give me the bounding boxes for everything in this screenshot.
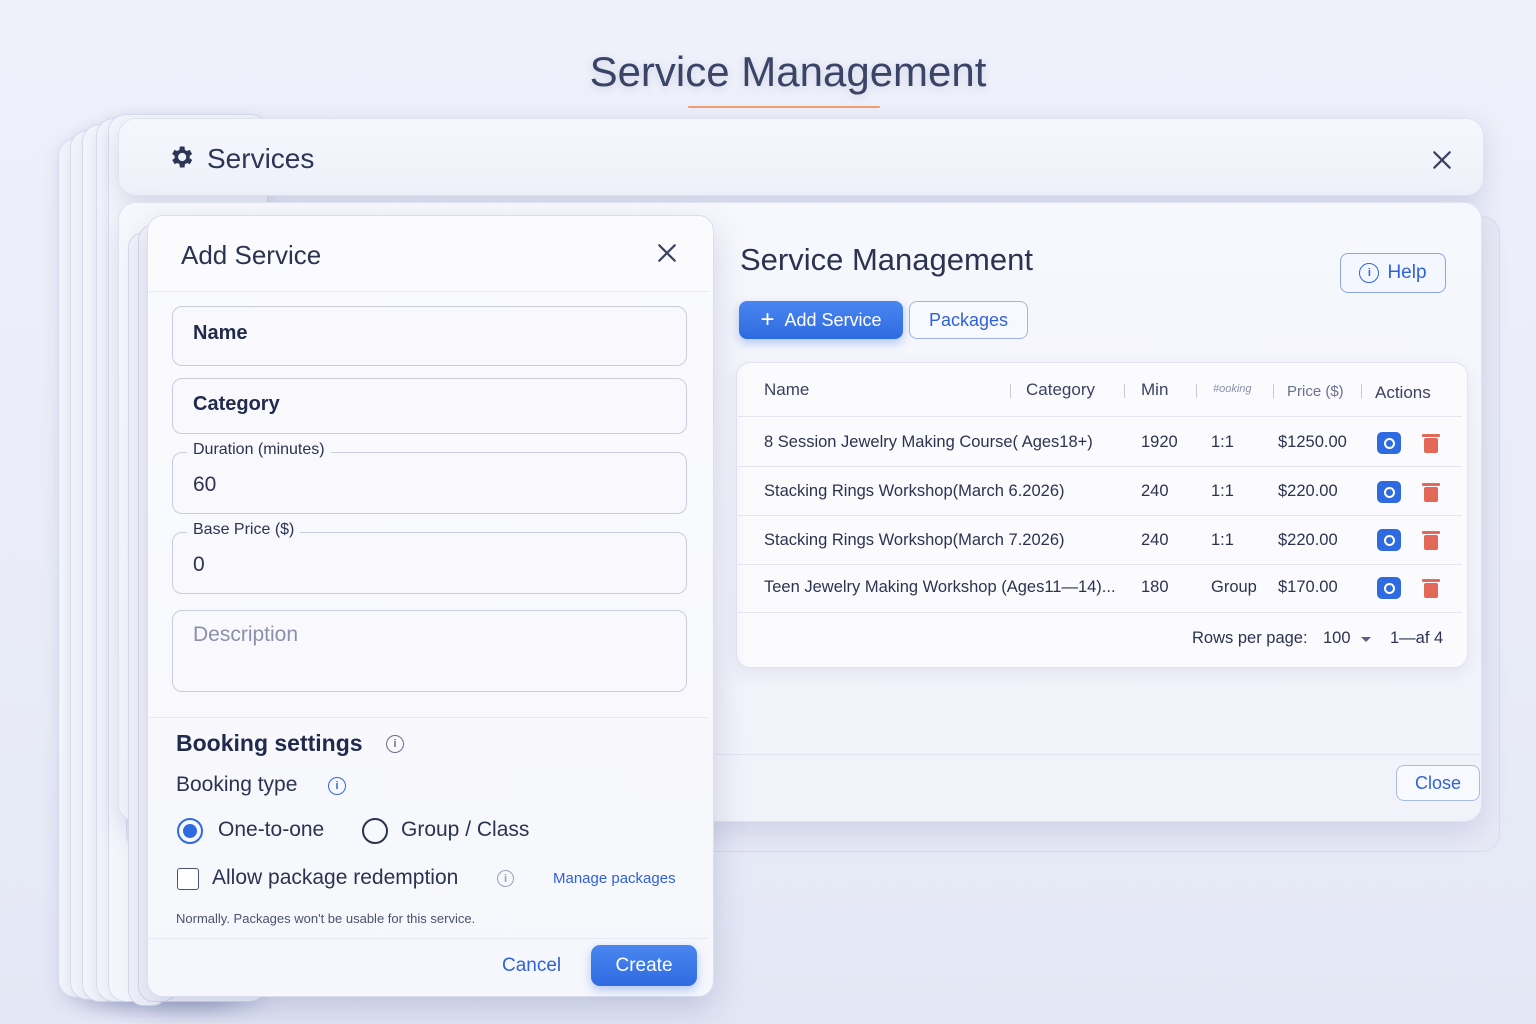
edit-icon[interactable] bbox=[1377, 529, 1401, 551]
cell-booking: Group bbox=[1211, 578, 1257, 596]
allow-package-label[interactable]: Allow package redemption bbox=[212, 866, 458, 890]
cell-name[interactable]: Teen Jewelry Making Workshop (Ages11—14)… bbox=[764, 578, 1116, 597]
cell-price: $170.00 bbox=[1278, 578, 1338, 596]
create-button[interactable]: Create bbox=[591, 945, 697, 986]
cell-price: $220.00 bbox=[1278, 531, 1338, 549]
gear-icon bbox=[172, 146, 193, 168]
duration-field[interactable]: Duration (minutes) 60 bbox=[172, 441, 687, 514]
edit-icon[interactable] bbox=[1377, 432, 1401, 454]
description-placeholder: Description bbox=[193, 623, 299, 646]
column-header-actions: Actions bbox=[1375, 383, 1431, 402]
add-service-button[interactable]: + Add Service bbox=[739, 301, 903, 339]
edit-icon[interactable] bbox=[1377, 481, 1401, 503]
duration-label: Duration (minutes) bbox=[187, 441, 331, 459]
package-hint: Normally. Packages won't be usable for t… bbox=[176, 911, 476, 926]
category-label: Category bbox=[193, 393, 280, 415]
dialog-divider bbox=[149, 291, 709, 292]
cell-min: 240 bbox=[1141, 531, 1169, 549]
page-title: Service Management bbox=[589, 48, 987, 95]
column-header-price[interactable]: Price ($) bbox=[1287, 383, 1344, 400]
row-divider bbox=[738, 612, 1462, 613]
info-icon[interactable]: i bbox=[328, 777, 346, 795]
row-divider bbox=[738, 564, 1462, 565]
column-header-category[interactable]: Category bbox=[1026, 380, 1095, 400]
cell-name[interactable]: Stacking Rings Workshop(March 6.2026) bbox=[764, 482, 1065, 501]
cell-booking: 1:1 bbox=[1211, 433, 1234, 451]
cell-name[interactable]: 8 Session Jewelry Making Course( Ages18+… bbox=[764, 433, 1093, 452]
edit-icon[interactable] bbox=[1377, 577, 1401, 599]
dialog-divider bbox=[149, 938, 709, 939]
cancel-button[interactable]: Cancel bbox=[502, 955, 561, 977]
name-label: Name bbox=[193, 322, 248, 344]
column-separator bbox=[1196, 384, 1197, 398]
trash-icon[interactable] bbox=[1421, 529, 1441, 551]
radio-group-class[interactable] bbox=[362, 818, 388, 844]
column-header-min[interactable]: Min bbox=[1141, 380, 1168, 400]
chevron-down-icon[interactable] bbox=[1361, 637, 1371, 642]
help-label: Help bbox=[1387, 262, 1427, 283]
services-window: Services bbox=[118, 118, 1484, 196]
cell-booking: 1:1 bbox=[1211, 482, 1234, 500]
close-icon[interactable] bbox=[1431, 149, 1453, 171]
rows-per-page-label: Rows per page: bbox=[1192, 629, 1308, 647]
info-icon: i bbox=[1359, 263, 1380, 283]
cell-price: $220.00 bbox=[1278, 482, 1338, 500]
cell-price: $1250.00 bbox=[1278, 433, 1347, 451]
services-title: Services bbox=[207, 143, 315, 174]
category-field[interactable]: Category bbox=[172, 378, 687, 434]
duration-value: 60 bbox=[193, 473, 217, 496]
row-divider bbox=[738, 416, 1462, 417]
service-management-title: Service Management bbox=[740, 242, 1033, 277]
info-icon[interactable]: i bbox=[386, 735, 404, 753]
row-divider bbox=[738, 515, 1462, 516]
trash-icon[interactable] bbox=[1421, 481, 1441, 503]
booking-settings-title: Booking settings bbox=[176, 730, 363, 756]
cell-booking: 1:1 bbox=[1211, 531, 1234, 549]
cell-min: 180 bbox=[1141, 578, 1169, 596]
trash-icon[interactable] bbox=[1421, 432, 1441, 454]
column-separator bbox=[1361, 384, 1362, 398]
dialog-title: Add Service bbox=[181, 240, 322, 270]
packages-button[interactable]: Packages bbox=[909, 301, 1028, 339]
info-icon[interactable]: i bbox=[497, 870, 514, 887]
trash-icon[interactable] bbox=[1421, 577, 1441, 599]
rows-per-page-select[interactable]: 100 bbox=[1323, 629, 1351, 648]
footer-divider bbox=[716, 754, 1480, 755]
cell-min: 1920 bbox=[1141, 433, 1178, 451]
plus-icon: + bbox=[760, 306, 775, 333]
add-service-label: Add Service bbox=[784, 309, 882, 330]
radio-group-class-label[interactable]: Group / Class bbox=[401, 818, 529, 842]
base-price-field[interactable]: Base Price ($) 0 bbox=[172, 521, 687, 594]
radio-one-to-one[interactable] bbox=[177, 818, 203, 844]
allow-package-checkbox[interactable] bbox=[177, 868, 199, 890]
close-icon[interactable] bbox=[656, 242, 678, 264]
title-underline bbox=[688, 106, 880, 108]
column-separator bbox=[1010, 384, 1011, 398]
name-field[interactable]: Name bbox=[172, 306, 687, 366]
column-header-name[interactable]: Name bbox=[764, 380, 809, 400]
cell-name[interactable]: Stacking Rings Workshop(March 7.2026) bbox=[764, 531, 1065, 550]
base-price-value: 0 bbox=[193, 553, 205, 576]
dialog-divider bbox=[149, 717, 709, 718]
help-button[interactable]: i Help bbox=[1340, 253, 1446, 293]
column-header-booking[interactable]: #ooking bbox=[1213, 383, 1252, 395]
column-separator bbox=[1273, 384, 1274, 398]
radio-one-to-one-label[interactable]: One-to-one bbox=[218, 818, 324, 842]
description-field[interactable]: Description bbox=[172, 610, 687, 692]
cell-min: 240 bbox=[1141, 482, 1169, 500]
column-separator bbox=[1124, 384, 1125, 398]
pagination-range: 1—af 4 bbox=[1390, 629, 1444, 647]
base-price-label: Base Price ($) bbox=[187, 521, 301, 539]
row-divider bbox=[738, 466, 1462, 467]
booking-type-label: Booking type bbox=[176, 773, 298, 796]
close-button[interactable]: Close bbox=[1396, 765, 1480, 801]
manage-packages-link[interactable]: Manage packages bbox=[553, 870, 676, 887]
